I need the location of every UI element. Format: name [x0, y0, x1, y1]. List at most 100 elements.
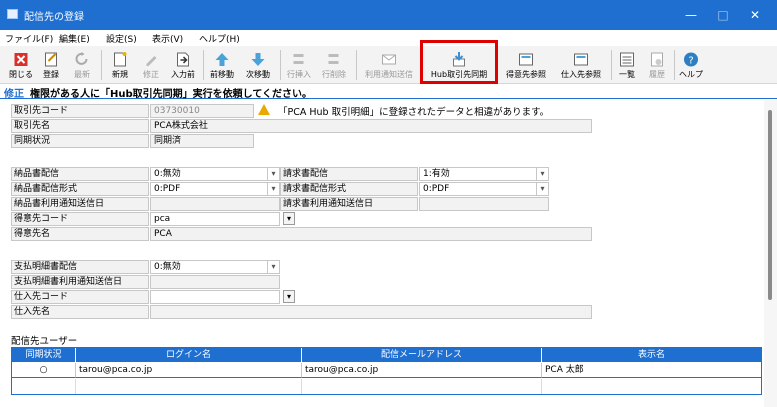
supplier-code-input[interactable]	[150, 290, 280, 304]
client-name-field: PCA株式会社	[150, 119, 592, 133]
warning-icon	[258, 104, 270, 115]
register-button[interactable]: 登録	[37, 46, 65, 84]
refresh-icon	[75, 52, 88, 65]
invoice-label: 請求書配信	[280, 167, 418, 181]
arrow-up-icon	[215, 53, 229, 66]
supplier-code-label: 仕入先コード	[11, 290, 149, 304]
history-button[interactable]: 履歴	[644, 46, 670, 84]
supplier-lookup-button[interactable]: ▾	[283, 290, 295, 303]
invoice-notice-label: 請求書利用通知送信日	[280, 197, 418, 211]
help-button[interactable]: ? ヘルプ	[677, 46, 705, 84]
payment-notice-field	[150, 275, 280, 289]
delivery-format-label: 納品書配信形式	[11, 182, 149, 196]
message-bar: 修正 権限がある人に「Hub取引先同期」実行を依頼してください。	[0, 84, 777, 100]
delivery-slip-select[interactable]: 0:無効 ▾	[150, 167, 280, 181]
col-sync-status[interactable]: 同期状況	[12, 348, 76, 362]
toolbar: 閉じる 登録 最新 新規 修正 入力前 前移動 次移動 行挿入 行削除 利用通知…	[0, 46, 777, 84]
client-code-field: 03730010	[150, 104, 254, 118]
mode-label: 修正	[4, 89, 24, 100]
highlight-frame	[420, 40, 498, 84]
close-window-button[interactable]: ✕	[741, 4, 769, 26]
svg-text:?: ?	[688, 56, 693, 67]
sync-status-field: 同期済	[150, 134, 254, 148]
delete-row-button[interactable]: 行削除	[319, 46, 349, 84]
send-usage-notice-button[interactable]: 利用通知送信	[359, 46, 419, 84]
client-code-label: 取引先コード	[11, 104, 149, 118]
message-text: 権限がある人に「Hub取引先同期」実行を依頼してください。	[30, 89, 313, 100]
col-login-name[interactable]: ログイン名	[76, 348, 302, 362]
supplier-name-label: 仕入先名	[11, 305, 149, 319]
close-button[interactable]: 閉じる	[7, 46, 35, 84]
delete-row-icon	[328, 54, 339, 64]
invoice-format-select[interactable]: 0:PDF ▾	[419, 182, 549, 196]
separator	[203, 50, 204, 80]
customer-lookup-button[interactable]: ▾	[283, 212, 295, 225]
delivery-slip-label: 納品書配信	[11, 167, 149, 181]
refresh-button[interactable]: 最新	[68, 46, 96, 84]
new-button[interactable]: 新規	[106, 46, 134, 84]
history-icon	[651, 52, 663, 67]
menu-settings[interactable]: 設定(S)	[106, 32, 137, 45]
menu-help[interactable]: ヘルプ(H)	[199, 32, 240, 45]
vertical-scrollbar[interactable]	[764, 100, 777, 407]
customer-code-input[interactable]: pca	[150, 212, 280, 226]
chevron-down-icon: ▾	[267, 261, 279, 273]
delivery-format-select[interactable]: 0:PDF ▾	[150, 182, 280, 196]
new-document-icon	[114, 52, 127, 67]
next-button[interactable]: 次移動	[243, 46, 273, 84]
separator	[280, 50, 281, 80]
supplier-icon	[574, 53, 588, 66]
delivery-notice-label: 納品書利用通知送信日	[11, 197, 149, 211]
window-title: 配信先の登録	[24, 12, 84, 23]
close-icon	[14, 53, 28, 66]
prev-button[interactable]: 前移動	[207, 46, 237, 84]
menu-edit[interactable]: 編集(E)	[59, 32, 90, 45]
customer-name-field: PCA	[150, 227, 592, 241]
customer-icon	[519, 53, 533, 66]
customer-code-label: 得意先コード	[11, 212, 149, 226]
edit-icon	[146, 56, 157, 66]
title-bar: 配信先の登録 — □ ✕	[0, 0, 777, 30]
table-row-login[interactable]: tarou@pca.co.jp	[76, 363, 302, 378]
table-empty-cell[interactable]	[12, 379, 76, 394]
mail-icon	[382, 54, 396, 65]
table-row-status[interactable]: ○	[12, 363, 76, 378]
delivery-notice-field	[150, 197, 280, 211]
scrollbar-thumb[interactable]	[768, 110, 772, 300]
menu-bar: ファイル(F) 編集(E) 設定(S) 表示(V) ヘルプ(H)	[0, 30, 777, 46]
separator	[674, 50, 675, 80]
help-icon: ?	[684, 52, 698, 67]
chevron-down-icon: ▾	[536, 168, 548, 180]
separator	[101, 50, 102, 80]
payment-slip-select[interactable]: 0:無効 ▾	[150, 260, 280, 274]
edit-button[interactable]: 修正	[137, 46, 165, 84]
separator	[611, 50, 612, 80]
invoice-select[interactable]: 1:有効 ▾	[419, 167, 549, 181]
supplier-name-field	[150, 305, 592, 319]
invoice-format-label: 請求書配信形式	[280, 182, 418, 196]
minimize-button[interactable]: —	[677, 4, 705, 26]
table-empty-cell[interactable]	[76, 379, 302, 394]
col-display-name[interactable]: 表示名	[542, 348, 761, 362]
customer-name-label: 得意先名	[11, 227, 149, 241]
users-title: 配信先ユーザー	[11, 336, 78, 347]
menu-view[interactable]: 表示(V)	[152, 32, 183, 45]
list-button[interactable]: 一覧	[614, 46, 640, 84]
list-icon	[620, 52, 634, 67]
maximize-button[interactable]: □	[709, 4, 737, 26]
warning-text: 「PCA Hub 取引明細」に登録されたデータと相違があります。	[278, 107, 550, 118]
arrow-down-icon	[251, 53, 265, 66]
supplier-ref-button[interactable]: 仕入先参照	[556, 46, 606, 84]
insert-row-icon	[293, 54, 304, 64]
col-email[interactable]: 配信メールアドレス	[302, 348, 542, 362]
before-input-button[interactable]: 入力前	[167, 46, 199, 84]
table-row-email[interactable]: tarou@pca.co.jp	[302, 363, 542, 378]
table-empty-cell[interactable]	[302, 379, 542, 394]
menu-file[interactable]: ファイル(F)	[5, 32, 53, 45]
table-row-name[interactable]: PCA 太郎	[542, 363, 761, 378]
users-table: 同期状況 ログイン名 配信メールアドレス 表示名 ○ tarou@pca.co.…	[11, 347, 762, 395]
insert-row-button[interactable]: 行挿入	[284, 46, 314, 84]
chevron-down-icon: ▾	[536, 183, 548, 195]
customer-ref-button[interactable]: 得意先参照	[502, 46, 550, 84]
register-icon	[45, 52, 57, 67]
